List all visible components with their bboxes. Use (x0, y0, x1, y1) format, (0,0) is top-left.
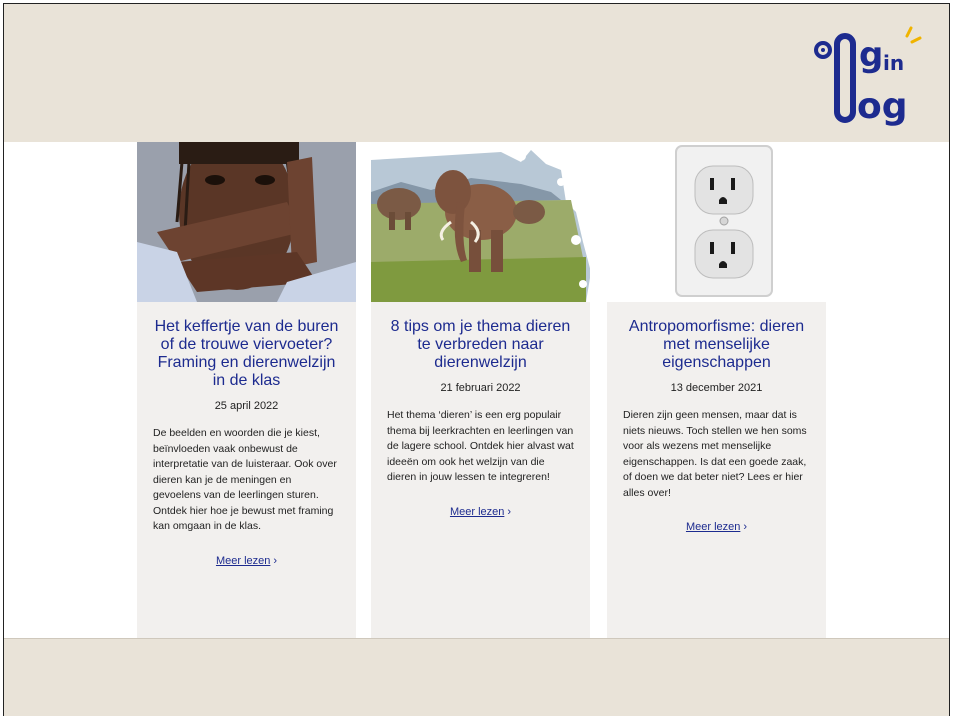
header: g in og (4, 4, 949, 143)
chevron-right-icon: › (507, 505, 512, 518)
footer-band (4, 638, 949, 716)
svg-text:g: g (859, 35, 883, 75)
chevron-right-icon: › (743, 521, 748, 533)
svg-text:og: og (857, 86, 908, 126)
power-outlet-image (607, 142, 826, 302)
oog-in-oog-logo[interactable]: g in og (811, 22, 923, 126)
card-date: 25 april 2022 (214, 400, 279, 412)
svg-text:in: in (883, 51, 904, 75)
card-description: Dieren zijn geen mensen, maar dat is nie… (623, 409, 807, 499)
article-card-tips[interactable]: 8 tips om je thema dieren te verbreden n… (371, 142, 590, 638)
card-title[interactable]: 8 tips om je thema dieren te verbreden n… (385, 318, 576, 372)
read-more-link[interactable]: Meer lezen (450, 506, 504, 518)
card-description: Het thema ‘dieren’ is een erg populair t… (387, 409, 574, 483)
read-more-link[interactable]: Meer lezen (686, 521, 740, 533)
card-description: De beelden en woorden die je kiest, beïn… (153, 427, 337, 532)
article-card-antropomorfisme[interactable]: Antropomorfisme: dieren met menselijke e… (607, 142, 826, 638)
elephants-puzzle-image (371, 142, 590, 302)
card-title[interactable]: Antropomorfisme: dieren met menselijke e… (621, 318, 812, 372)
card-date: 13 december 2021 (670, 382, 763, 394)
article-card-framing[interactable]: Het keffertje van de buren of de trouwe … (137, 142, 356, 638)
framing-portrait-image (137, 142, 356, 302)
card-date: 21 februari 2022 (440, 382, 521, 394)
read-more-link[interactable]: Meer lezen (216, 555, 270, 567)
card-title[interactable]: Het keffertje van de buren of de trouwe … (151, 318, 342, 390)
chevron-right-icon: › (273, 554, 278, 567)
